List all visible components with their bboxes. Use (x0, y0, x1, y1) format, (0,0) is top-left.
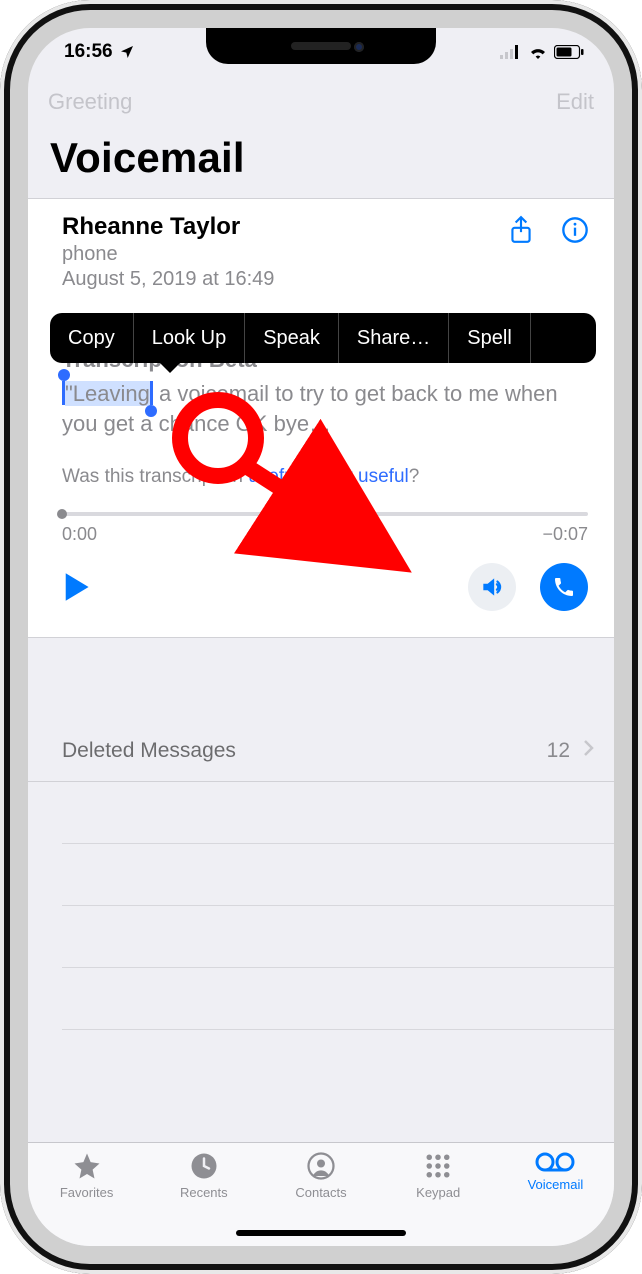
device-frame: 16:56 Greeting Edit Voicemail Rheanne Ta… (0, 0, 642, 1274)
remaining-time: −0:07 (542, 524, 588, 545)
menu-copy[interactable]: Copy (50, 313, 134, 363)
slider-knob[interactable] (57, 509, 67, 519)
clock-icon (189, 1151, 219, 1181)
chevron-right-icon (582, 739, 594, 763)
not-useful-link[interactable]: not useful (326, 466, 408, 487)
edit-button[interactable]: Edit (556, 89, 594, 115)
screen: 16:56 Greeting Edit Voicemail Rheanne Ta… (28, 28, 614, 1246)
elapsed-time: 0:00 (62, 524, 97, 545)
deleted-label: Deleted Messages (62, 739, 547, 763)
menu-speak[interactable]: Speak (245, 313, 339, 363)
battery-icon (554, 45, 584, 59)
voicemail-card: Rheanne Taylor phone August 5, 2019 at 1… (28, 198, 614, 638)
home-indicator[interactable] (236, 1230, 406, 1236)
speaker-button[interactable] (468, 563, 516, 611)
status-bar: 16:56 (28, 28, 614, 76)
location-icon (119, 44, 135, 60)
playback-slider[interactable] (62, 512, 588, 516)
callback-button[interactable] (540, 563, 588, 611)
useful-link[interactable]: useful (248, 466, 299, 487)
transcription-text[interactable]: "Leaving a voicemail to try to get back … (62, 379, 594, 438)
cellular-icon (500, 45, 522, 59)
selected-text[interactable]: "Leaving (65, 381, 150, 406)
play-button[interactable] (62, 571, 90, 603)
caller-label: phone (62, 243, 506, 266)
keypad-icon (423, 1151, 453, 1181)
menu-share[interactable]: Share… (339, 313, 449, 363)
star-icon (71, 1151, 103, 1181)
deleted-count: 12 (547, 739, 570, 763)
menu-lookup[interactable]: Look Up (134, 313, 246, 363)
caller-name: Rheanne Taylor (62, 213, 506, 241)
voicemail-icon (535, 1151, 575, 1173)
tab-voicemail[interactable]: Voicemail (497, 1151, 614, 1246)
share-button[interactable] (506, 215, 536, 245)
page-title: Voicemail (50, 134, 245, 182)
menu-spell[interactable]: Spell (449, 313, 530, 363)
caller-date: August 5, 2019 at 16:49 (62, 268, 506, 291)
wifi-icon (528, 45, 548, 59)
nav-bar: Greeting Edit (28, 76, 614, 128)
contact-icon (306, 1151, 336, 1181)
greeting-button[interactable]: Greeting (48, 89, 132, 115)
status-time: 16:56 (64, 41, 113, 63)
text-context-menu: Copy Look Up Speak Share… Spell (50, 313, 596, 363)
info-button[interactable] (560, 215, 590, 245)
transcription-feedback: Was this transcription useful or not use… (62, 466, 594, 488)
deleted-messages-row[interactable]: Deleted Messages 12 (28, 720, 614, 782)
tab-favorites[interactable]: Favorites (28, 1151, 145, 1246)
empty-list-lines (62, 782, 614, 1030)
